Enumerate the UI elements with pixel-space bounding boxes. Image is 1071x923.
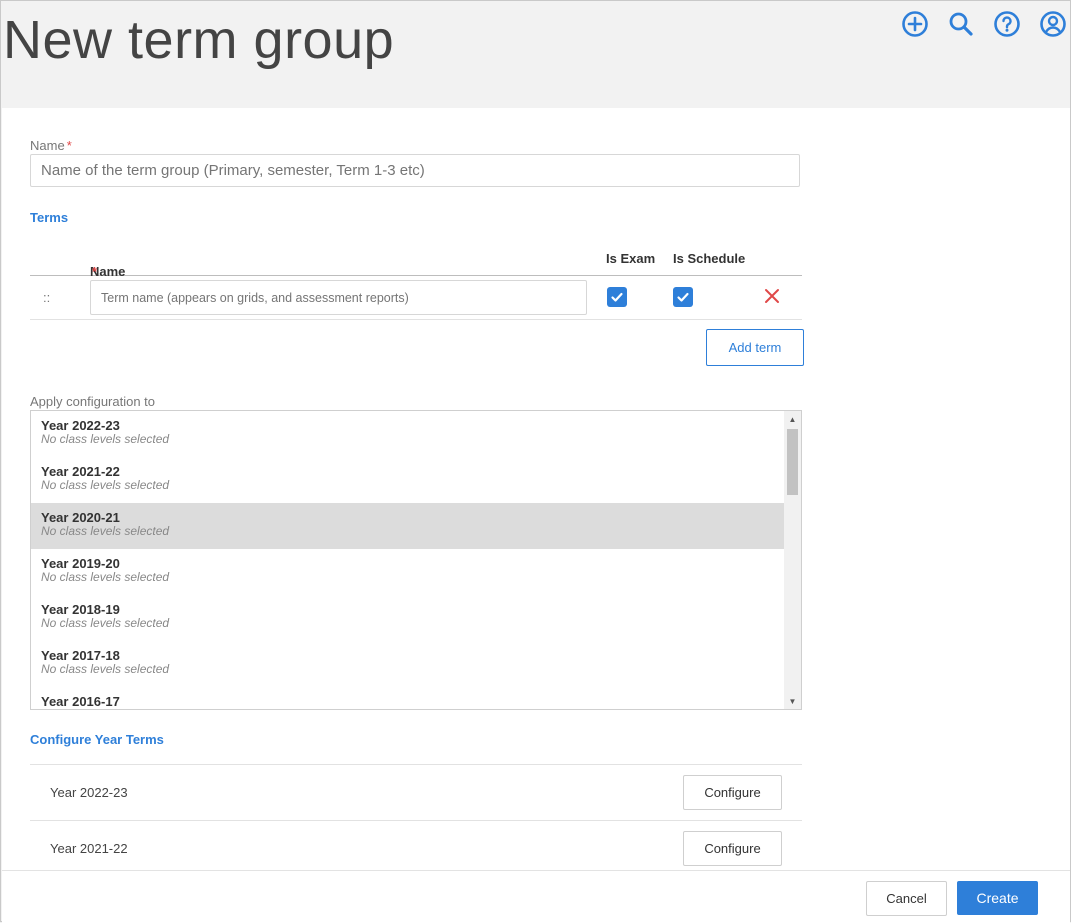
academic-year-listbox[interactable]: Year 2022-23 No class levels selected Ye… [30,410,802,710]
add-circle-icon[interactable] [898,7,932,41]
name-label: Name * [30,138,72,153]
configure-year-row: Year 2021-22 Configure [30,820,802,870]
delete-term-icon[interactable] [764,288,780,309]
terms-section-title: Terms [30,210,69,225]
list-item[interactable]: Year 2018-19 No class levels selected [31,595,784,641]
term-group-name-input[interactable] [30,154,800,187]
configure-year-label: Year 2021-22 [50,841,128,856]
list-item[interactable]: Year 2017-18 No class levels selected [31,641,784,687]
is-exam-column-header: Is Exam [606,251,656,266]
search-icon[interactable] [944,7,978,41]
checkmark-icon [611,292,623,302]
list-item[interactable]: Year 2016-17 [31,687,784,709]
list-item-selected[interactable]: Year 2020-21 No class levels selected [31,503,784,549]
listbox-scrollbar[interactable]: ▲ ▼ [784,411,801,709]
cancel-button[interactable]: Cancel [866,881,947,916]
term-name-input[interactable] [90,280,587,315]
list-item[interactable]: Year 2021-22 No class levels selected [31,457,784,503]
scroll-up-arrow-icon[interactable]: ▲ [784,411,801,427]
apply-configuration-label: Apply configuration to [30,394,156,409]
configure-year-terms-title: Configure Year Terms [30,732,164,747]
is-exam-checkbox[interactable] [607,287,627,307]
term-row: :: [30,276,802,320]
configure-button[interactable]: Configure [683,831,782,866]
academic-year-list: Year 2022-23 No class levels selected Ye… [31,411,784,709]
help-icon[interactable] [990,7,1024,41]
list-item[interactable]: Year 2022-23 No class levels selected [31,411,784,457]
scroll-down-arrow-icon[interactable]: ▼ [784,693,801,709]
terms-table-header: Name * Is Exam Is Schedule [30,238,802,279]
form-footer: Cancel Create [2,870,1070,923]
header-toolbar [898,7,1070,41]
configure-button[interactable]: Configure [683,775,782,810]
configure-year-row: Year 2022-23 Configure [30,764,802,820]
page-title: New term group [3,10,395,70]
list-item[interactable]: Year 2019-20 No class levels selected [31,549,784,595]
add-term-button[interactable]: Add term [706,329,804,366]
form-card: Name* Terms Name* Is Exam Is Schedule ::… [2,108,1070,870]
configure-year-label: Year 2022-23 [50,785,128,800]
account-icon[interactable] [1036,7,1070,41]
create-button[interactable]: Create [957,881,1038,915]
app-window: New term group Name* Terms Name* Is Exam… [0,0,1071,923]
is-schedule-column-header: Is Schedule [673,251,746,266]
drag-handle-icon[interactable]: :: [43,290,50,305]
scrollbar-thumb[interactable] [787,429,798,495]
checkmark-icon [677,292,689,302]
is-schedule-checkbox[interactable] [673,287,693,307]
